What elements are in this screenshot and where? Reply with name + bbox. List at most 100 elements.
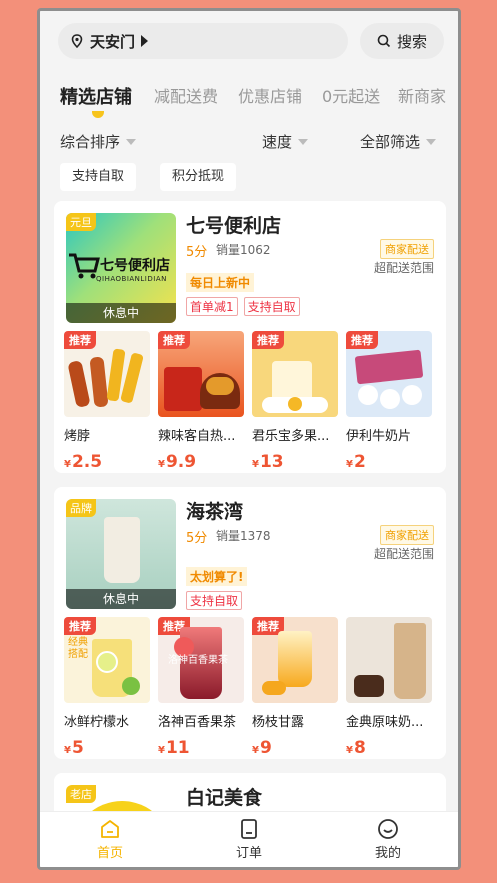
search-button[interactable]: 搜索 [360,23,444,59]
filter-all[interactable]: 全部筛选 [360,131,437,152]
price-value: 11 [165,738,190,758]
filter-all-label: 全部筛选 [360,133,421,151]
search-icon [377,34,391,48]
product-item[interactable]: 推荐 烤脖 ¥2.5 [64,331,150,472]
product-image: 推荐 洛神百香果茶 [158,617,244,703]
product-image: 推荐 [64,331,150,417]
nav-orders-label: 订单 [235,846,262,861]
nav-orders[interactable]: 订单 [209,818,289,861]
tab-zero-minimum[interactable]: 0元起送 [322,83,380,107]
tab-indicator [92,111,104,118]
product-item[interactable]: 推荐 君乐宝多果... ¥13 [252,331,338,472]
logo-title: 七号便利店 [100,258,170,274]
product-image-caption: 洛神百香果茶 [168,655,228,666]
product-price: ¥2.5 [64,452,150,472]
search-label: 搜索 [396,32,427,51]
nav-profile[interactable]: 我的 [348,818,428,861]
store-tag: 支持自取 [243,297,300,316]
price-value: 13 [259,452,284,472]
drink-cup-image [104,517,140,583]
bottom-nav: 首页 订单 我的 [40,811,458,867]
store-tags: 支持自取 [186,591,248,610]
recommend-badge: 推荐 [346,331,378,349]
caret-down-icon [426,138,437,145]
product-image: 推荐 [346,331,432,417]
smiley-icon [378,819,398,839]
product-name: 辣味客自热... [158,429,236,444]
tab-discount[interactable]: 优惠店铺 [238,83,302,107]
price-value: 5 [71,738,84,758]
product-item[interactable]: 金典原味奶... ¥8 [346,617,432,758]
nav-profile-label: 我的 [374,846,401,861]
store-card[interactable]: 品牌 休息中 海茶湾 5分 销量1378 商家配送 超配送范围 太划算了! 支持… [54,487,446,759]
product-name: 君乐宝多果... [252,429,330,444]
sort-speed[interactable]: 速度 [262,131,309,152]
recommend-badge: 推荐 [64,331,96,349]
home-icon [101,820,119,838]
product-price: ¥11 [158,738,244,758]
store-logo: 元旦 七号便利店 QIHAOBIANLIDIAN 休息中 [66,213,176,323]
product-price: ¥9.9 [158,452,244,472]
orders-icon [241,819,257,839]
chip-points[interactable]: 积分抵现 [160,163,237,191]
store-name: 白记美食 [186,787,263,809]
tab-new-merchants[interactable]: 新商家 [398,83,446,107]
sort-comprehensive[interactable]: 综合排序 [60,131,137,152]
tab-featured[interactable]: 精选店铺 [60,83,132,109]
promo-label: 每日上新中 [186,273,255,292]
sort-speed-label: 速度 [262,133,293,151]
recommend-badge: 推荐 [158,331,190,349]
store-logo: 品牌 休息中 [66,499,176,609]
product-price: ¥2 [346,452,432,472]
product-image: 推荐 [252,617,338,703]
caret-down-icon [126,138,137,145]
store-name: 七号便利店 [186,215,282,237]
currency-symbol: ¥ [64,745,71,756]
store-score: 5分 [186,245,208,260]
price-value: 8 [353,738,366,758]
product-item[interactable]: 推荐 经典搭配 冰鲜柠檬水 ¥5 [64,617,150,758]
phone-frame: 天安门 搜索 精选店铺 减配送费 优惠店铺 0元起送 新商家 综合排序 速度 全… [37,8,461,870]
currency-symbol: ¥ [252,459,259,470]
store-status: 休息中 [66,589,176,609]
location-label: 天安门 [90,32,136,51]
store-corner-tag: 老店 [66,785,96,803]
store-corner-tag: 元旦 [66,213,96,231]
caret-down-icon [298,138,309,145]
tab-reduced-delivery[interactable]: 减配送费 [154,83,218,107]
delivery-range: 超配送范围 [373,547,434,561]
top-bar: 天安门 搜索 [40,11,458,71]
chip-self-pickup[interactable]: 支持自取 [60,163,137,191]
product-price: ¥9 [252,738,338,758]
sort-row: 综合排序 速度 全部筛选 [60,131,440,153]
currency-symbol: ¥ [64,459,71,470]
location-selector[interactable]: 天安门 [58,23,348,59]
product-price: ¥5 [64,738,150,758]
product-name: 冰鲜柠檬水 [64,715,130,730]
price-value: 9 [259,738,272,758]
product-item[interactable]: 推荐 伊利牛奶片 ¥2 [346,331,432,472]
currency-symbol: ¥ [346,745,353,756]
nav-home-label: 首页 [96,846,123,861]
store-score: 5分 [186,531,208,546]
product-name: 烤脖 [64,429,91,444]
nav-home[interactable]: 首页 [70,818,150,861]
product-item[interactable]: 推荐 洛神百香果茶 洛神百香果茶 ¥11 [158,617,244,758]
recommend-badge: 推荐 [64,617,96,635]
delivery-badge: 商家配送 [380,239,434,259]
currency-symbol: ¥ [158,745,165,756]
product-item[interactable]: 推荐 杨枝甘露 ¥9 [252,617,338,758]
store-status: 休息中 [66,303,176,323]
store-name: 海茶湾 [186,501,244,523]
product-name: 金典原味奶... [346,715,424,730]
recommend-badge: 推荐 [252,331,284,349]
currency-symbol: ¥ [158,459,165,470]
product-name: 伊利牛奶片 [346,429,412,444]
store-tags: 首单减1 支持自取 [186,297,306,316]
product-name: 洛神百香果茶 [158,715,237,730]
product-image: 推荐 [158,331,244,417]
product-price: ¥13 [252,452,338,472]
product-item[interactable]: 推荐 辣味客自热... ¥9.9 [158,331,244,472]
sort-comprehensive-label: 综合排序 [60,133,121,151]
store-card[interactable]: 元旦 七号便利店 QIHAOBIANLIDIAN 休息中 七号便利店 5分 销量… [54,201,446,473]
